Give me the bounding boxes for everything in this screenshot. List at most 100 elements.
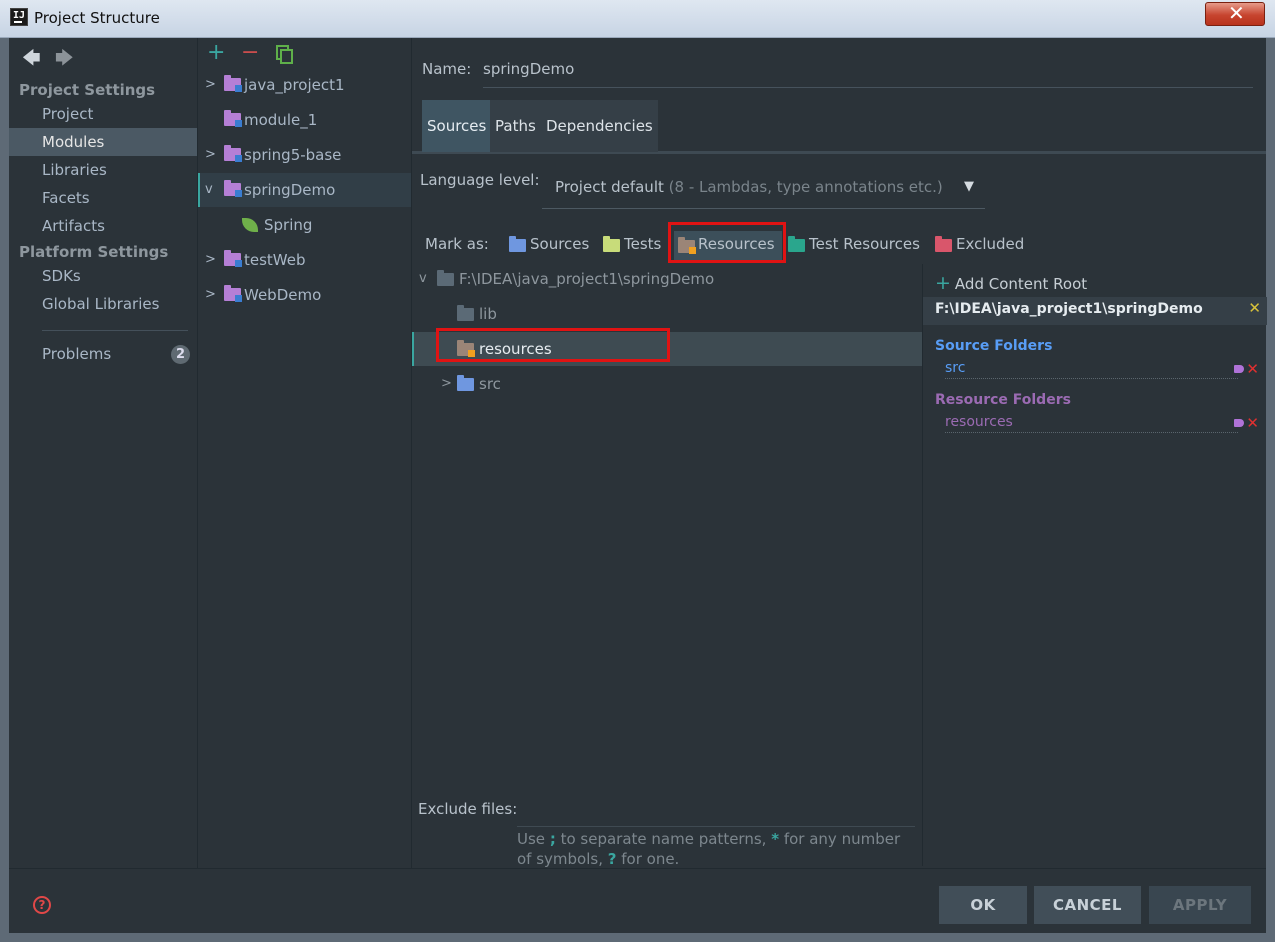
dropdown-arrow-icon: ▼ [964,179,974,194]
module-folder-icon [224,145,242,162]
platform-settings-header: Platform Settings [19,243,169,261]
spring-leaf-icon [242,218,258,232]
copy-module-icon[interactable] [276,45,293,64]
mark-as-excluded-button[interactable]: Excluded [935,235,1025,257]
sidebar-item-sdks[interactable]: SDKs [9,262,197,290]
module-name-input[interactable]: springDemo [483,60,1253,88]
exclude-files-input[interactable] [517,826,915,827]
intellij-app-icon: IJ [10,8,28,26]
back-arrow-icon[interactable]: 🡄 [22,46,41,76]
mark-as-label: Mark as: [425,235,489,253]
sidebar-item-libraries[interactable]: Libraries [9,156,197,184]
mark-as-test-resources-button[interactable]: Test Resources [788,235,924,257]
module-item-module-1[interactable]: module_1 [198,103,411,137]
help-icon[interactable]: ? [33,896,51,914]
resource-folder-label: resources [945,414,1013,430]
tree-item-label: src [479,375,501,393]
chevron-right-icon[interactable]: > [205,278,216,312]
mark-as-sources-button[interactable]: Sources [509,235,591,257]
source-folder-label: src [945,360,966,376]
exclude-files-hint: Use ; to separate name patterns, * for a… [517,830,901,868]
remove-content-root-icon[interactable]: ✕ [1248,299,1261,317]
module-folder-icon [224,180,242,197]
module-label: testWeb [244,251,306,269]
tests-folder-icon [603,236,620,252]
test-resources-folder-icon [788,236,805,252]
resource-folder-item: resources [945,414,1238,433]
sidebar-item-global-libraries[interactable]: Global Libraries [9,290,197,318]
exclude-files-label: Exclude files: [418,800,518,818]
project-structure-dialog: 🡄 🡆 Project Settings Project Modules Lib… [9,38,1267,933]
forward-arrow-icon[interactable]: 🡆 [55,46,74,76]
sidebar-divider [42,330,188,331]
module-item-springdemo[interactable]: v springDemo [198,173,411,207]
chevron-down-icon[interactable]: v [419,262,427,296]
content-tree-item-lib[interactable]: lib [415,297,915,331]
sidebar-item-problems[interactable]: Problems [9,340,197,368]
module-item-java-project1[interactable]: > java_project1 [198,68,411,102]
language-level-select[interactable]: Project default (8 - Lambdas, type annot… [542,171,985,209]
chevron-right-icon[interactable]: > [205,68,216,102]
module-item-testweb[interactable]: > testWeb [198,243,411,277]
mark-label: Test Resources [809,235,920,253]
sidebar-item-modules[interactable]: Modules [9,128,197,156]
sidebar-item-facets[interactable]: Facets [9,184,197,212]
content-root-path: F:\IDEA\java_project1\springDemo [935,301,1203,317]
facet-label: Spring [264,216,313,234]
dialog-footer: ? OK CANCEL APPLY [9,868,1266,933]
remove-folder-icon[interactable]: ✕ [1246,414,1259,432]
module-label: WebDemo [244,286,322,304]
window-close-button[interactable]: ✕ [1205,1,1265,26]
module-folder-icon [224,110,242,127]
highlight-box-resources [668,222,786,263]
module-tabs: Sources Paths Dependencies [412,100,1266,154]
content-root-panel: + Add Content Root F:\IDEA\java_project1\… [922,264,1267,866]
chevron-right-icon[interactable]: > [441,367,452,401]
module-item-spring5-base[interactable]: > spring5-base [198,138,411,172]
chevron-right-icon[interactable]: > [205,243,216,277]
edit-properties-icon[interactable] [1234,365,1244,373]
mark-as-tests-button[interactable]: Tests [603,235,665,257]
tab-dependencies[interactable]: Dependencies [541,100,658,152]
module-label: spring5-base [244,146,342,164]
close-icon: ✕ [1228,1,1245,25]
highlight-box-resources-folder [436,328,670,362]
tab-sources[interactable]: Sources [422,100,492,152]
content-tree-item-src[interactable]: > src [415,367,915,401]
edit-properties-icon[interactable] [1234,419,1244,427]
language-level-hint: (8 - Lambdas, type annotations etc.) [668,178,943,196]
folder-icon [437,270,454,286]
sidebar-item-project[interactable]: Project [9,100,197,128]
mark-label: Sources [530,235,590,253]
window-titlebar: IJ Project Structure ✕ [0,0,1275,38]
source-folders-title: Source Folders [935,338,1053,354]
tab-paths[interactable]: Paths [490,100,541,152]
name-label: Name: [422,60,472,78]
window-frame: 🡄 🡆 Project Settings Project Modules Lib… [0,38,1275,942]
window-title: Project Structure [34,9,160,27]
module-item-webdemo[interactable]: > WebDemo [198,278,411,312]
sources-folder-icon [509,236,526,252]
chevron-right-icon[interactable]: > [205,138,216,172]
content-root-path: F:\IDEA\java_project1\springDemo [459,270,715,288]
problems-count-badge: 2 [171,345,190,364]
excluded-folder-icon [935,236,952,252]
folder-icon [457,305,474,321]
language-level-value: Project default [555,178,664,196]
remove-folder-icon[interactable]: ✕ [1246,360,1259,378]
add-content-root-button[interactable]: + Add Content Root [935,272,1087,294]
tree-item-label: lib [479,305,497,323]
module-folder-icon [224,75,242,92]
add-module-icon[interactable]: + [207,40,225,65]
content-tree-root[interactable]: v F:\IDEA\java_project1\springDemo [415,262,915,296]
apply-button[interactable]: APPLY [1149,886,1251,924]
remove-module-icon[interactable]: − [241,40,259,65]
add-content-root-label: Add Content Root [954,275,1088,293]
chevron-down-icon[interactable]: v [205,173,213,207]
sidebar-item-artifacts[interactable]: Artifacts [9,212,197,240]
content-root-header: F:\IDEA\java_project1\springDemo ✕ [923,297,1267,325]
cancel-button[interactable]: CANCEL [1034,886,1141,924]
module-label: springDemo [244,181,336,199]
facet-item-spring[interactable]: Spring [198,208,411,242]
ok-button[interactable]: OK [939,886,1027,924]
